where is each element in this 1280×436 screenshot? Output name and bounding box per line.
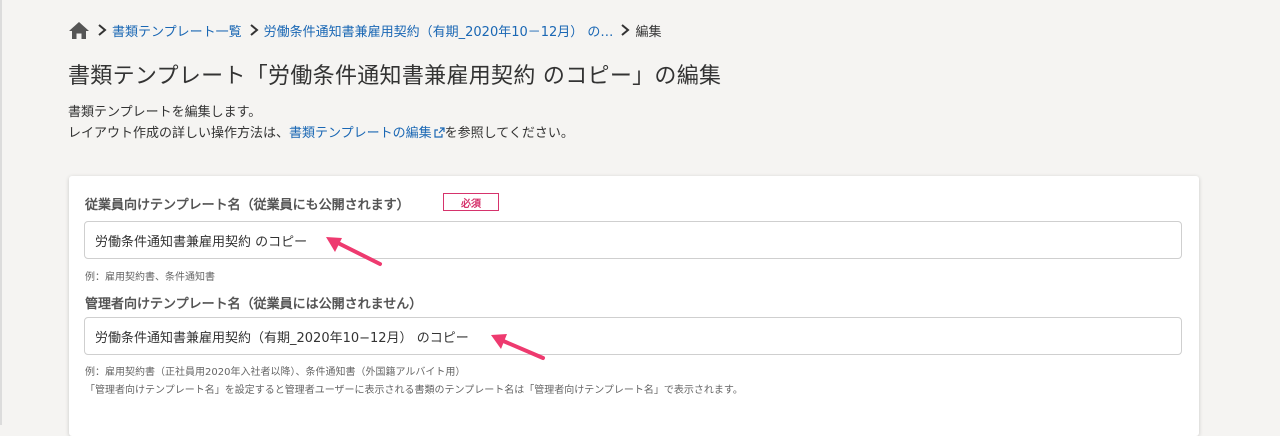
breadcrumb-item-template-list[interactable]: 書類テンプレート一覧 <box>112 21 242 40</box>
breadcrumb: 書類テンプレート一覧 労働条件通知書兼雇用契約（有期_2020年10－12月） … <box>68 19 661 41</box>
chevron-right-icon <box>618 23 632 37</box>
home-icon[interactable] <box>68 20 90 40</box>
page-description: 書類テンプレートを編集します。 レイアウト作成の詳しい操作方法は、書類テンプレー… <box>68 102 574 144</box>
window-edge <box>0 0 2 425</box>
admin-template-name-label: 管理者向けテンプレート名（従業員には公開されません） <box>85 297 423 312</box>
employee-template-name-hint: 例：雇用契約書、条件通知書 <box>85 272 215 283</box>
external-link-icon <box>434 124 445 138</box>
employee-template-name-label: 従業員向けテンプレート名（従業員にも公開されます） <box>85 198 410 213</box>
description-line-1: 書類テンプレートを編集します。 <box>68 105 262 120</box>
admin-template-name-input[interactable] <box>84 317 1182 355</box>
employee-template-name-input[interactable] <box>84 221 1182 259</box>
description-line-2: レイアウト作成の詳しい操作方法は、書類テンプレートの編集 を参照してください。 <box>68 123 574 144</box>
admin-template-name-hint-note: 「管理者向けテンプレート名」を設定すると管理者ユーザーに表示される書類のテンプレ… <box>85 385 743 396</box>
required-badge: 必須 <box>443 193 499 211</box>
page-title: 書類テンプレート「労働条件通知書兼雇用契約 のコピー」の編集 <box>68 64 722 89</box>
description-prefix: レイアウト作成の詳しい操作方法は、 <box>68 126 290 141</box>
breadcrumb-item-template[interactable]: 労働条件通知書兼雇用契約（有期_2020年10－12月） の… <box>264 21 614 40</box>
annotation-arrow-icon <box>491 334 545 360</box>
template-edit-help-link[interactable]: 書類テンプレートの編集 <box>289 126 445 141</box>
template-name-form: 従業員向けテンプレート名（従業員にも公開されます） 必須 例：雇用契約書、条件通… <box>69 176 1199 436</box>
chevron-right-icon <box>247 23 261 37</box>
admin-template-name-hint-example: 例：雇用契約書（正社員用2020年入社者以降）、条件通知書（外国籍アルバイト用） <box>85 367 466 378</box>
chevron-right-icon <box>95 23 109 37</box>
help-link-label: 書類テンプレートの編集 <box>289 126 432 141</box>
breadcrumb-item-current: 編集 <box>635 24 662 40</box>
description-suffix: を参照してください。 <box>444 126 574 141</box>
annotation-arrow-icon <box>326 237 382 266</box>
